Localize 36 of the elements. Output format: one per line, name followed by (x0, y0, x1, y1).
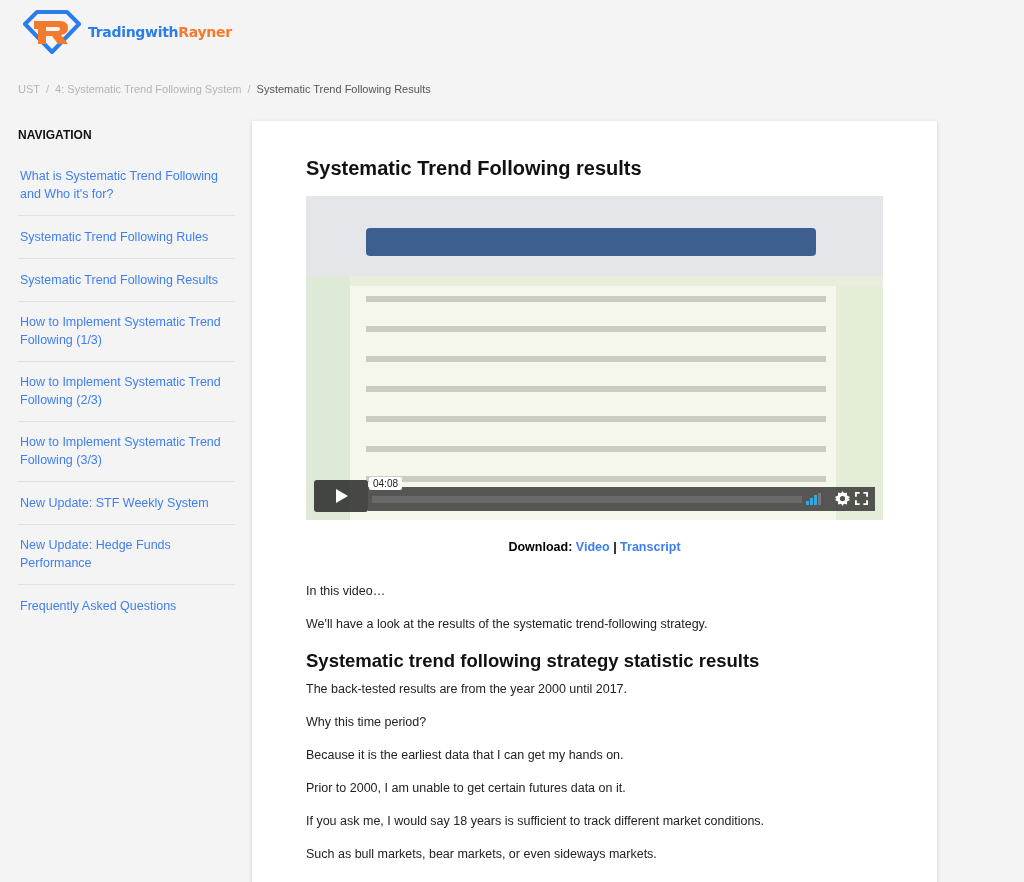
paragraph: We'll have a look at the results of the systematic trend-following strategy. (306, 617, 709, 631)
fullscreen-icon[interactable] (855, 492, 868, 505)
play-button[interactable] (314, 480, 368, 512)
paragraph: Such as bull markets, bear markets, or even sideways markets. (306, 847, 658, 861)
paragraph: The back-tested results are from the year 2000 until 2017. (306, 682, 628, 696)
paragraph: Prior to 2000, I am unable to get certain futures data on it. (306, 781, 627, 795)
video-link[interactable]: Video (575, 540, 610, 554)
breadcrumb-separator: / (46, 83, 50, 95)
time-tooltip: 04:08 (369, 477, 403, 490)
logo-text[interactable]: TradingwithRayner (88, 24, 232, 40)
nav-link[interactable]: Systematic Trend Following Results (20, 271, 218, 289)
breadcrumb-separator: / (247, 83, 251, 95)
nav-link[interactable]: New Update: Hedge Funds Performance (20, 536, 235, 572)
breadcrumb-item[interactable]: UST (18, 83, 40, 95)
transcript-link[interactable]: Transcript (620, 540, 681, 554)
nav-link[interactable]: How to Implement Systematic Trend Following (1/3) (20, 313, 235, 349)
paragraph: If you ask me, I would say 18 years is sufficient to track different market conditions. (306, 814, 766, 828)
breadcrumb-item: Systematic Trend Following Results (256, 83, 431, 95)
sidebar-heading: NAVIGATION (18, 127, 93, 144)
download-line: Download: Video | Transcript (507, 540, 682, 554)
volume-icon[interactable] (806, 493, 822, 505)
article-title: Systematic Trend Following results (306, 157, 643, 180)
paragraph: In this video… (306, 584, 387, 598)
settings-icon[interactable] (835, 491, 850, 506)
breadcrumb-item[interactable]: 4: Systematic Trend Following System (55, 83, 242, 95)
logo-icon (22, 10, 82, 54)
nav-link[interactable]: How to Implement Systematic Trend Following (2/3) (20, 373, 235, 409)
nav-link[interactable]: Systematic Trend Following Rules (20, 228, 209, 246)
paragraph: Because it is the earliest data that I can get my hands on. (306, 748, 625, 762)
nav-link[interactable]: What is Systematic Trend Following and Who it's for? (20, 167, 235, 203)
nav-link[interactable]: New Update: STF Weekly System (20, 494, 209, 512)
section-heading: Systematic trend following strategy statistic results (306, 650, 761, 672)
nav-link[interactable]: How to Implement Systematic Trend Following (3/3) (20, 433, 235, 469)
nav-link[interactable]: Frequently Asked Questions (20, 597, 177, 615)
video-player[interactable]: 04:08 (306, 196, 883, 520)
paragraph: Why this time period? (306, 715, 428, 729)
